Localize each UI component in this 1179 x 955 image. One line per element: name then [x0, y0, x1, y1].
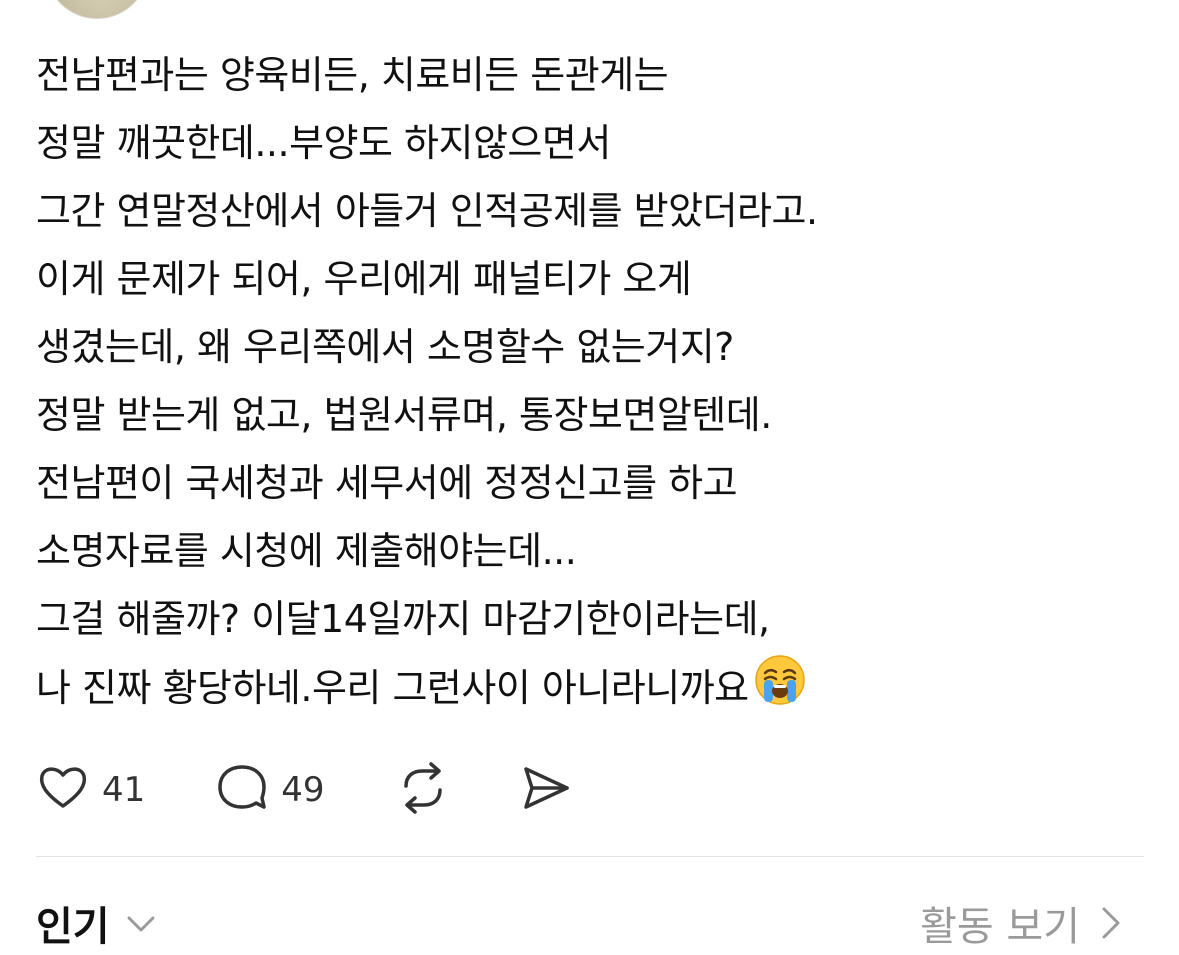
heart-icon — [36, 761, 90, 819]
repost-button[interactable] — [395, 760, 451, 820]
post-line: 전남편과는 양육비든, 치료비든 돈관게는 — [36, 53, 669, 97]
like-count: 41 — [102, 770, 146, 810]
post-line: 전남편이 국세청과 세무서에 정정신고를 하고 — [36, 461, 738, 505]
post-actions: 41 49 — [36, 760, 573, 820]
send-icon — [517, 760, 573, 820]
post-body: 전남편과는 양육비든, 치료비든 돈관게는 정말 깨끗한데...부양도 하지않으… — [36, 41, 1146, 721]
loudly-crying-face-icon — [753, 653, 807, 728]
post-line-last: 나 진짜 황당하네.우리 그런사이 아니라니까요 — [36, 653, 1146, 721]
view-activity-link[interactable]: 활동 보기 — [920, 893, 1124, 953]
activity-label: 활동 보기 — [920, 904, 1080, 950]
post-line: 소명자료를 시청에 제출해야는데... — [36, 529, 577, 573]
post-line: 그걸 해줄까? 이달14일까지 마감기한이라는데, — [36, 597, 770, 641]
reply-button[interactable]: 49 — [215, 761, 325, 819]
post-line: 그간 연말정산에서 아들거 인적공제를 받았더라고. — [36, 189, 818, 233]
post-line: 생겼는데, 왜 우리쪽에서 소명할수 없는거지? — [36, 325, 734, 369]
repost-icon — [395, 760, 451, 820]
comment-bubble-icon — [215, 761, 269, 819]
post-line: 정말 깨끗한데...부양도 하지않으면서 — [36, 121, 611, 165]
chevron-down-icon — [124, 906, 158, 940]
sort-dropdown[interactable]: 인기 — [36, 893, 158, 953]
sort-label: 인기 — [36, 904, 110, 950]
post-line: 정말 받는게 없고, 법원서류며, 통장보면알텐데. — [36, 393, 772, 437]
post-line: 이게 문제가 되어, 우리에게 패널티가 오게 — [36, 257, 692, 301]
divider — [36, 856, 1144, 857]
post-line-text: 나 진짜 황당하네.우리 그런사이 아니라니까요 — [36, 666, 749, 710]
avatar[interactable] — [45, 0, 149, 19]
like-button[interactable]: 41 — [36, 761, 145, 819]
reply-count: 49 — [281, 770, 325, 810]
share-button[interactable] — [517, 760, 573, 820]
chevron-right-icon — [1098, 903, 1124, 943]
